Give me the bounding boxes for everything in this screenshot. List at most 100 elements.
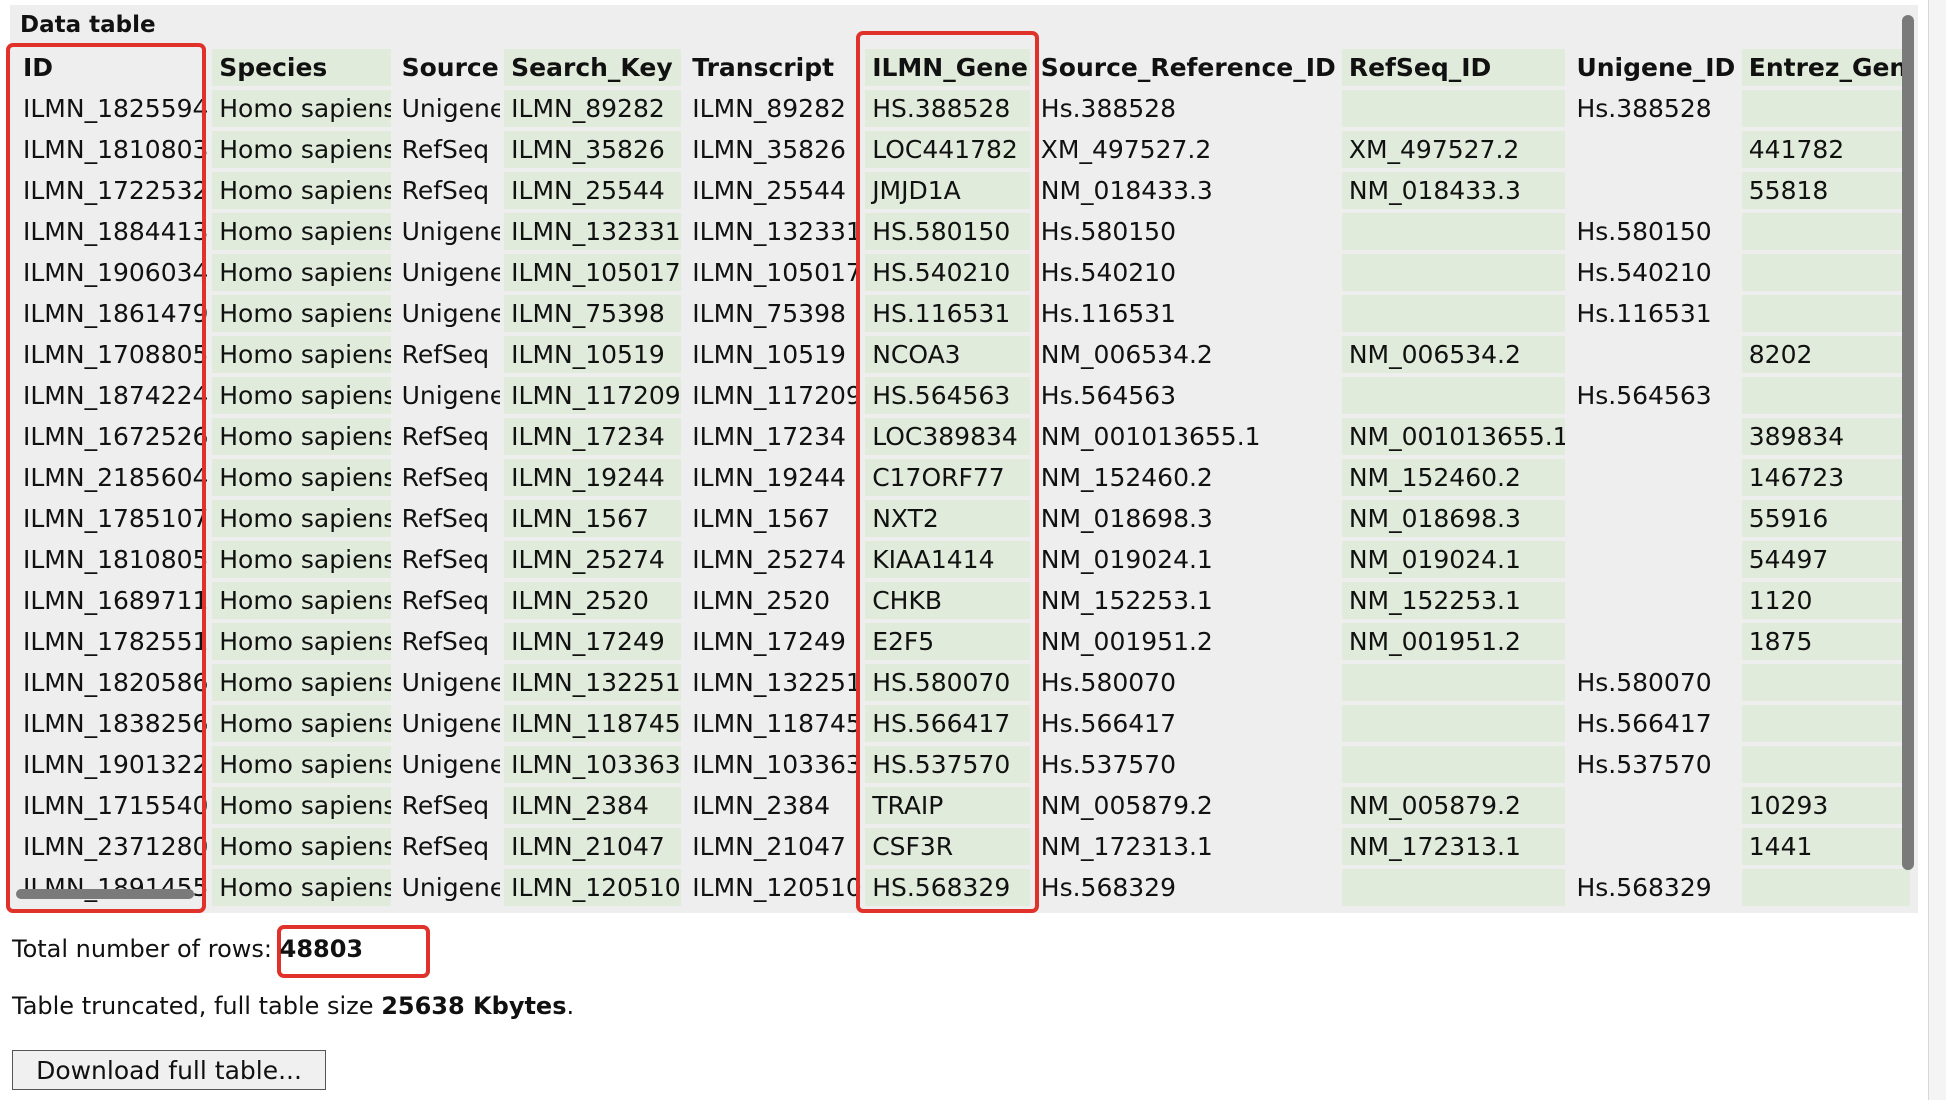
column-header: Search_Key — [504, 49, 682, 86]
column-header: Entrez_Gene — [1741, 49, 1910, 86]
column-header: Unigene_ID — [1569, 49, 1738, 86]
table-cell: Hs.564563 — [1033, 377, 1338, 414]
table-cell: ILMN_105017 — [504, 254, 682, 291]
table-cell: ILMN_118745 — [685, 705, 862, 742]
table-cell: Hs.540210 — [1033, 254, 1338, 291]
table-cell — [1741, 746, 1910, 783]
table-cell: RefSeq — [394, 582, 501, 619]
table-cell: ILMN_17249 — [685, 623, 862, 660]
truncated-note: Table truncated, full table size 25638 K… — [12, 991, 574, 1021]
table-cell: Homo sapiens — [212, 746, 391, 783]
table-cell: NM_152460.2 — [1033, 459, 1338, 496]
table-cell: ILMN_25274 — [504, 541, 682, 578]
table-cell — [1569, 828, 1738, 865]
table-cell: Unigene — [394, 90, 501, 127]
table-cell — [1569, 541, 1738, 578]
table-cell: RefSeq — [394, 500, 501, 537]
table-cell: Homo sapiens — [212, 500, 391, 537]
table-cell — [1569, 336, 1738, 373]
table-cell: ILMN_1567 — [504, 500, 682, 537]
table-cell — [1341, 664, 1566, 701]
table-cell: ILMN_25274 — [685, 541, 862, 578]
table-cell: RefSeq — [394, 459, 501, 496]
table-cell — [1569, 459, 1738, 496]
table-cell: NM_001013655.1 — [1033, 418, 1338, 455]
table-cell: ILMN_2520 — [504, 582, 682, 619]
table-cell: RefSeq — [394, 828, 501, 865]
table-cell: Homo sapiens — [212, 869, 391, 906]
table-cell: Hs.388528 — [1033, 90, 1338, 127]
table-cell: RefSeq — [394, 336, 501, 373]
table-cell — [1569, 787, 1738, 824]
table-cell: ILMN_132331 — [685, 213, 862, 250]
table-cell: Hs.580070 — [1033, 664, 1338, 701]
table-cell: XM_497527.2 — [1033, 131, 1338, 168]
table-cell: Unigene — [394, 664, 501, 701]
table-cell: ILMN_120510 — [685, 869, 862, 906]
table-cell: ILMN_118745 — [504, 705, 682, 742]
table-cell: Unigene — [394, 377, 501, 414]
table-cell: NM_019024.1 — [1341, 541, 1566, 578]
table-cell: ILMN_89282 — [685, 90, 862, 127]
table-cell: ILMN_21047 — [504, 828, 682, 865]
table-cell — [1569, 500, 1738, 537]
table-cell: Homo sapiens — [212, 254, 391, 291]
table-cell: 1441 — [1741, 828, 1910, 865]
table-cell — [1341, 377, 1566, 414]
column-header: Source_Reference_ID — [1033, 49, 1338, 86]
table-cell: ILMN_2384 — [504, 787, 682, 824]
table-cell: ILMN_103363 — [504, 746, 682, 783]
download-full-table-button[interactable]: Download full table... — [12, 1050, 326, 1090]
table-cell — [1569, 131, 1738, 168]
table-cell: ILMN_17249 — [504, 623, 682, 660]
table-cell: Homo sapiens — [212, 541, 391, 578]
truncated-prefix: Table truncated, full table size — [12, 992, 374, 1020]
table-cell — [1741, 705, 1910, 742]
table-cell: ILMN_1567 — [685, 500, 862, 537]
table-cell: NM_006534.2 — [1341, 336, 1566, 373]
table-cell: Homo sapiens — [212, 418, 391, 455]
truncated-suffix: . — [566, 992, 575, 1020]
table-cell: Homo sapiens — [212, 459, 391, 496]
table-cell: ILMN_17234 — [685, 418, 862, 455]
table-cell: Homo sapiens — [212, 172, 391, 209]
column-header: Species — [212, 49, 391, 86]
table-cell: Homo sapiens — [212, 213, 391, 250]
table-cell: NM_018433.3 — [1341, 172, 1566, 209]
table-cell: 10293 — [1741, 787, 1910, 824]
table-cell: Hs.564563 — [1569, 377, 1738, 414]
table-cell: Homo sapiens — [212, 377, 391, 414]
total-rows-label: Total number of rows: — [12, 935, 272, 963]
table-cell: ILMN_117209 — [685, 377, 862, 414]
table-cell — [1569, 623, 1738, 660]
table-cell: RefSeq — [394, 541, 501, 578]
table-cell: RefSeq — [394, 623, 501, 660]
column-header: RefSeq_ID — [1341, 49, 1566, 86]
table-cell: RefSeq — [394, 131, 501, 168]
table-cell: ILMN_19244 — [685, 459, 862, 496]
table-cell: Homo sapiens — [212, 828, 391, 865]
table-cell — [1569, 172, 1738, 209]
table-cell: ILMN_75398 — [685, 295, 862, 332]
table-cell — [1741, 254, 1910, 291]
table-cell: RefSeq — [394, 172, 501, 209]
table-cell: Hs.537570 — [1033, 746, 1338, 783]
vertical-scrollbar[interactable] — [1902, 15, 1914, 870]
table-cell: ILMN_35826 — [504, 131, 682, 168]
column-header: Transcript — [685, 49, 862, 86]
table-cell: Homo sapiens — [212, 295, 391, 332]
table-cell: Homo sapiens — [212, 336, 391, 373]
table-cell: Unigene — [394, 254, 501, 291]
table-cell: NM_005879.2 — [1341, 787, 1566, 824]
table-cell: ILMN_25544 — [504, 172, 682, 209]
table-cell — [1341, 254, 1566, 291]
table-cell: Hs.568329 — [1569, 869, 1738, 906]
table-cell: NM_018698.3 — [1033, 500, 1338, 537]
table-cell: ILMN_117209 — [504, 377, 682, 414]
table-cell: NM_152253.1 — [1033, 582, 1338, 619]
table-cell: Hs.540210 — [1569, 254, 1738, 291]
table-cell: Hs.580150 — [1033, 213, 1338, 250]
table-cell — [1741, 213, 1910, 250]
table-cell: NM_152460.2 — [1341, 459, 1566, 496]
table-cell: 441782 — [1741, 131, 1910, 168]
